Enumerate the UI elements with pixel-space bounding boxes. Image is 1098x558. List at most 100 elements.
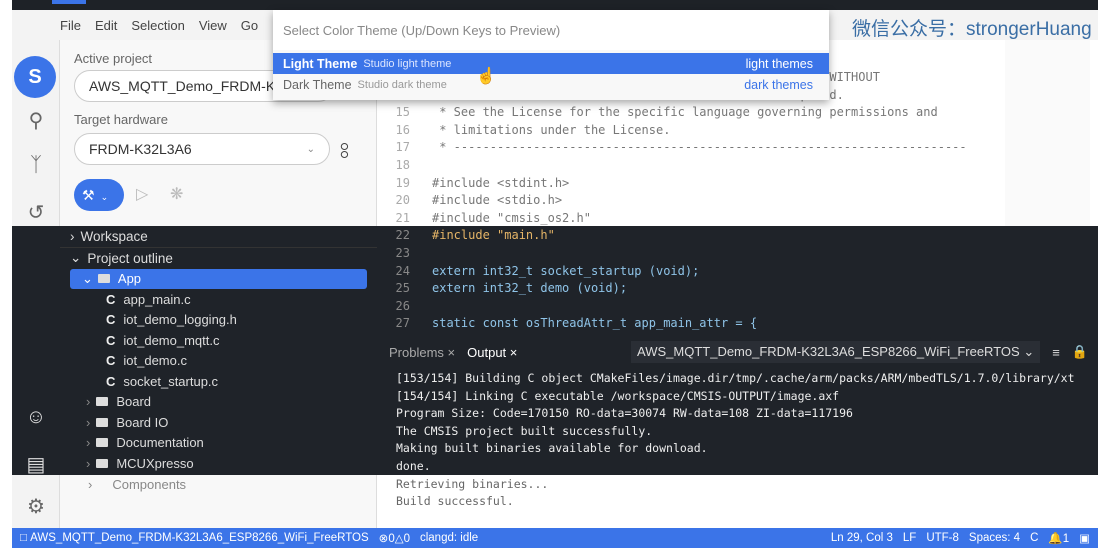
menu-view[interactable]: View bbox=[199, 18, 227, 33]
menu-selection[interactable]: Selection bbox=[131, 18, 184, 33]
theme-option-light[interactable]: Light Theme Studio light theme light theme… bbox=[273, 53, 829, 74]
components-section[interactable]: › Components bbox=[60, 474, 377, 496]
build-button[interactable]: ⚒ ⌄ bbox=[74, 179, 124, 211]
tree-folder[interactable]: › MCUXpresso bbox=[60, 453, 377, 474]
theme-search-input[interactable]: Select Color Theme (Up/Down Keys to Prev… bbox=[273, 10, 829, 50]
search-icon[interactable]: ⚲ bbox=[12, 108, 60, 133]
components-label: Components bbox=[112, 477, 187, 492]
tab-problems[interactable]: Problems × bbox=[389, 345, 455, 360]
notification-count: 1 bbox=[1062, 533, 1070, 545]
tree-file[interactable]: Ciot_demo_mqtt.c bbox=[60, 330, 377, 351]
tree-folder-app[interactable]: ⌄ App bbox=[70, 268, 367, 289]
tree-label: Documentation bbox=[116, 435, 204, 451]
c-file-icon: C bbox=[106, 373, 116, 389]
menu-go[interactable]: Go bbox=[241, 18, 258, 33]
code-text: #include <stdio.h> bbox=[432, 193, 563, 208]
lock-icon[interactable]: 🔒 bbox=[1072, 344, 1088, 360]
code-text: * --------------------------------------… bbox=[432, 140, 967, 155]
target-hardware-select[interactable]: FRDM-K32L3A6 ⌄ bbox=[74, 133, 330, 165]
code-line: 23 bbox=[377, 246, 432, 264]
line-number: 25 bbox=[395, 281, 410, 296]
close-icon[interactable]: × bbox=[448, 345, 456, 360]
folder-icon bbox=[96, 417, 109, 427]
clear-output-icon[interactable]: ≡ bbox=[1052, 345, 1060, 360]
output-line: Making built binaries available for down… bbox=[396, 441, 708, 456]
debug-icon[interactable]: ❋ bbox=[170, 184, 183, 204]
clangd-status[interactable]: clangd: idle bbox=[420, 532, 478, 544]
title-strip bbox=[12, 0, 1098, 10]
c-file-icon: C bbox=[106, 353, 116, 369]
usb-icon[interactable]: ⯼ bbox=[340, 140, 349, 167]
tree-file[interactable]: Capp_main.c bbox=[60, 289, 377, 310]
studio-logo-icon[interactable]: S bbox=[14, 56, 56, 98]
encoding-status[interactable]: UTF-8 bbox=[926, 532, 959, 544]
watermark: 微信公众号：strongerHuang bbox=[852, 19, 1092, 40]
tab-label: Problems bbox=[389, 344, 444, 360]
menu-file[interactable]: File bbox=[60, 18, 81, 33]
line-number: 18 bbox=[395, 158, 410, 172]
indent-status[interactable]: Spaces: 4 bbox=[969, 532, 1020, 544]
tree-label: app_main.c bbox=[123, 291, 191, 307]
tree-label: Board IO bbox=[116, 414, 169, 430]
tree-folder[interactable]: › Documentation bbox=[60, 433, 377, 454]
folder-icon bbox=[96, 438, 109, 448]
bell-icon[interactable]: 🔔1 bbox=[1048, 531, 1069, 545]
tree-file[interactable]: Csocket_startup.c bbox=[60, 371, 377, 392]
status-project[interactable]: AWS_MQTT_Demo_FRDM-K32L3A6_ESP8266_WiFi_… bbox=[30, 532, 369, 544]
status-bar: □ AWS_MQTT_Demo_FRDM-K32L3A6_ESP8266_WiF… bbox=[12, 528, 1098, 548]
minimap[interactable] bbox=[1005, 40, 1090, 226]
menu-edit[interactable]: Edit bbox=[95, 18, 117, 33]
line-number: 17 bbox=[395, 140, 410, 155]
theme-name: Dark Theme bbox=[283, 77, 352, 92]
line-number: 19 bbox=[395, 175, 410, 190]
folder-icon bbox=[96, 397, 109, 407]
project-outline-label: Project outline bbox=[87, 250, 173, 266]
history-icon[interactable]: ↺ bbox=[12, 200, 60, 225]
output-line: Retrieving binaries... bbox=[396, 476, 549, 491]
tree-folder[interactable]: › Board bbox=[60, 392, 377, 413]
tree-label: Board bbox=[116, 394, 152, 410]
tab-output[interactable]: Output × bbox=[467, 345, 517, 360]
theme-name: Light Theme bbox=[283, 56, 358, 71]
cursor-position[interactable]: Ln 29, Col 3 bbox=[831, 532, 893, 544]
source-control-icon[interactable]: ᛉ bbox=[12, 154, 60, 177]
target-hardware-label: Target hardware bbox=[74, 112, 168, 127]
line-number: 26 bbox=[395, 298, 410, 313]
color-theme-picker: Select Color Theme (Up/Down Keys to Prev… bbox=[273, 10, 829, 100]
c-file-icon: C bbox=[106, 332, 116, 348]
output-line: Build successful. bbox=[396, 494, 514, 509]
chevron-down-icon[interactable]: ⌄ bbox=[101, 192, 109, 202]
workspace-section[interactable]: › Workspace bbox=[60, 226, 377, 248]
language-status[interactable]: C bbox=[1030, 532, 1038, 544]
folder-icon: □ bbox=[20, 532, 31, 544]
eol-status[interactable]: LF bbox=[903, 532, 916, 544]
c-file-icon: C bbox=[106, 312, 116, 328]
settings-gear-icon[interactable]: ⚙ bbox=[12, 494, 60, 519]
code-line: 18 bbox=[377, 158, 432, 176]
code-text: #include "main.h" bbox=[432, 228, 555, 243]
layout-icon[interactable]: ▣ bbox=[1079, 531, 1090, 545]
explorer-tree: › Workspace ⌄ Project outline ⌄ App Capp_ma… bbox=[60, 226, 377, 496]
code-line: 21 #include "cmsis_os2.h" bbox=[377, 211, 591, 229]
tree-file[interactable]: Ciot_demo.c bbox=[60, 351, 377, 372]
feedback-icon[interactable]: ▤ bbox=[12, 452, 60, 477]
output-line: Program Size: Code=170150 RO-data=30074 … bbox=[396, 406, 853, 421]
output-channel-select[interactable]: AWS_MQTT_Demo_FRDM-K32L3A6_ESP8266_WiFi_… bbox=[631, 341, 1041, 363]
code-text: extern int32_t socket_startup (void); bbox=[432, 263, 700, 278]
tree-folder[interactable]: › Board IO bbox=[60, 412, 377, 433]
project-outline-section[interactable]: ⌄ Project outline bbox=[60, 248, 377, 269]
theme-option-dark[interactable]: Dark Theme Studio dark theme dark themes bbox=[273, 74, 829, 95]
code-line: 26 bbox=[377, 299, 432, 317]
line-number: 16 bbox=[395, 122, 410, 137]
warning-count: 0 bbox=[403, 533, 410, 545]
folder-icon bbox=[97, 274, 110, 284]
code-line: 25 extern int32_t demo (void); bbox=[377, 281, 628, 299]
error-count: 0 bbox=[388, 533, 395, 545]
theme-group: light themes bbox=[745, 56, 813, 71]
tree-file[interactable]: Ciot_demo_logging.h bbox=[60, 310, 377, 331]
code-line: 19 #include <stdint.h> bbox=[377, 175, 570, 194]
problems-status[interactable]: ⊗0△0 bbox=[379, 531, 410, 545]
close-icon[interactable]: × bbox=[510, 345, 518, 360]
account-icon[interactable]: ☺ bbox=[12, 406, 60, 429]
run-icon[interactable]: ▷ bbox=[136, 184, 148, 204]
